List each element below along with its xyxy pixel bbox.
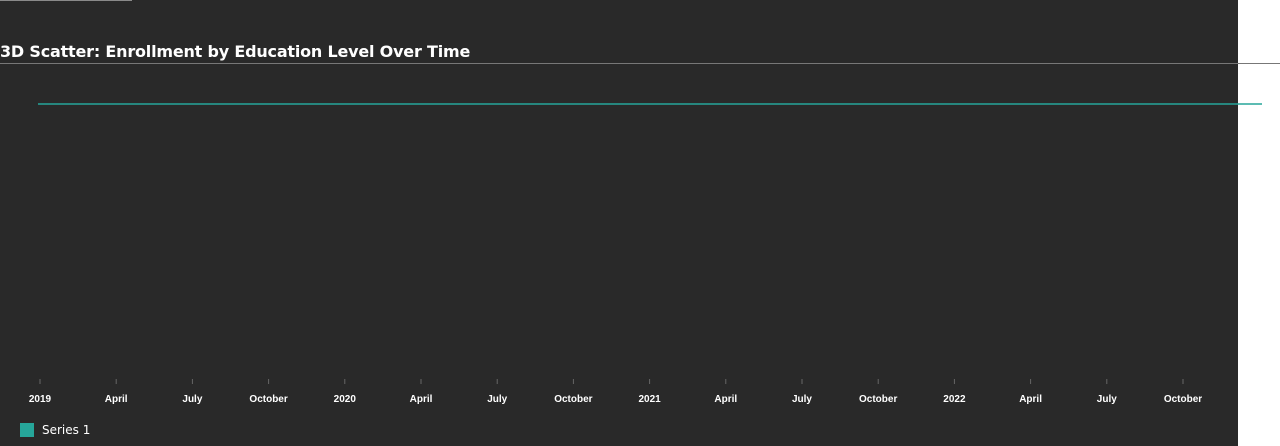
x-tick-label: April — [105, 394, 128, 405]
x-tick-label: April — [1019, 394, 1042, 405]
line-chart: 2019 April July October 2020 April July October… — [29, 103, 1262, 405]
legend-label: Series 1 — [42, 423, 91, 437]
x-tick-label: October — [554, 394, 592, 405]
x-tick-label: October — [859, 394, 897, 405]
x-tick-label: July — [1097, 394, 1117, 405]
x-tick-label: July — [487, 394, 507, 405]
x-tick-label: 2020 — [334, 394, 357, 405]
x-tick-label: July — [182, 394, 202, 405]
x-tick-label: 2021 — [638, 394, 661, 405]
x-tick-label: July — [792, 394, 812, 405]
x-tick-label: October — [1164, 394, 1202, 405]
legend-swatch — [20, 423, 34, 437]
x-axis: 2019 April July October 2020 April July October… — [29, 379, 1202, 405]
x-tick-label: 2019 — [29, 394, 52, 405]
x-tick-label: October — [249, 394, 287, 405]
x-tick-label: April — [714, 394, 737, 405]
legend[interactable]: Series 1 — [20, 423, 90, 437]
x-tick-label: 2022 — [943, 394, 966, 405]
x-tick-label: April — [410, 394, 433, 405]
